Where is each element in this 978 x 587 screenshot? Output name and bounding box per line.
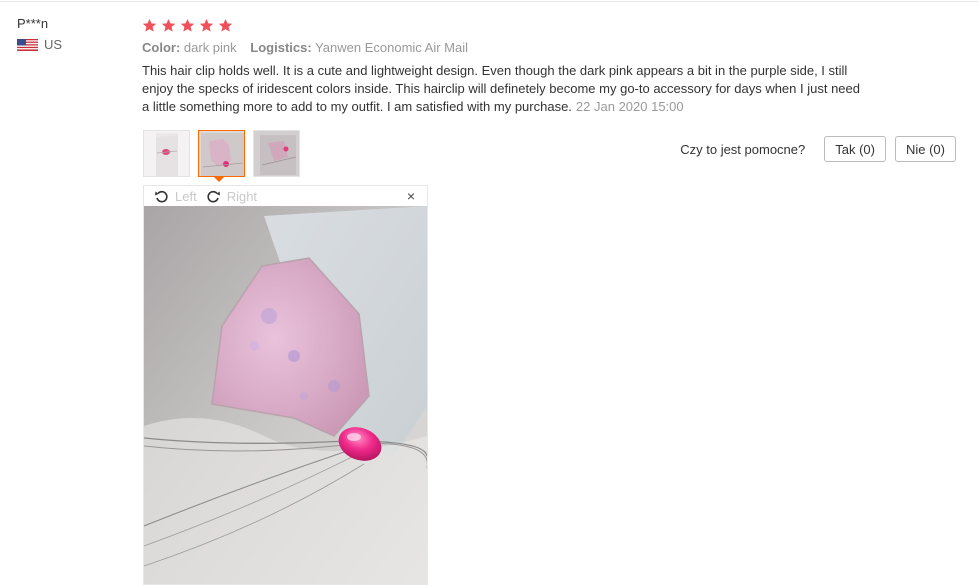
review-text: This hair clip holds well. It is a cute …	[142, 62, 864, 116]
star-icon	[218, 18, 233, 32]
star-icon	[180, 18, 195, 32]
photo-thumbnail-1[interactable]	[143, 130, 190, 177]
divider	[0, 1, 978, 2]
photo-thumbnail-3[interactable]	[253, 130, 300, 177]
star-icon	[199, 18, 214, 32]
color-label: Color:	[142, 40, 181, 55]
review-date: 22 Jan 2020 15:00	[575, 99, 684, 114]
rating-stars	[142, 16, 962, 34]
us-flag-icon	[17, 38, 38, 51]
helpful-yes-button[interactable]: Tak (0)	[824, 136, 886, 162]
review-photo-large	[144, 206, 427, 584]
active-thumbnail-pointer	[214, 177, 224, 182]
logistics-value: Yanwen Economic Air Mail	[315, 40, 469, 55]
rotate-left-button[interactable]: Left	[154, 189, 197, 204]
logistics-label: Logistics:	[250, 40, 312, 55]
helpful-question: Czy to jest pomocne?	[680, 141, 806, 157]
rotate-right-label: Right	[226, 188, 258, 204]
review-attributes: Color: dark pink Logistics: Yanwen Econo…	[142, 40, 962, 55]
helpful-vote: Czy to jest pomocne? Tak (0) Nie (0)	[680, 136, 956, 162]
review-text-content: This hair clip holds well. It is a cute …	[142, 63, 860, 114]
close-viewer-button[interactable]: ×	[407, 189, 415, 203]
star-icon	[161, 18, 176, 32]
review-body: Color: dark pink Logistics: Yanwen Econo…	[142, 16, 962, 116]
photo-viewer-toolbar: Left Right ×	[144, 186, 427, 206]
reviewer-name: P***n	[17, 16, 49, 31]
photo-thumbnail-2[interactable]	[198, 130, 245, 177]
reviewer-country: US	[17, 37, 62, 52]
country-code: US	[44, 37, 63, 52]
photo-viewer: Left Right ×	[143, 185, 428, 585]
star-icon	[142, 18, 157, 32]
color-value: dark pink	[183, 40, 237, 55]
photo-thumbnails	[143, 130, 308, 177]
helpful-no-button[interactable]: Nie (0)	[894, 136, 956, 162]
rotate-right-button[interactable]: Right	[206, 189, 257, 204]
reviewer-info: P***n US	[17, 16, 62, 52]
rotate-left-icon	[155, 190, 168, 202]
rotate-right-icon	[207, 190, 220, 202]
rotate-left-label: Left	[175, 188, 197, 204]
